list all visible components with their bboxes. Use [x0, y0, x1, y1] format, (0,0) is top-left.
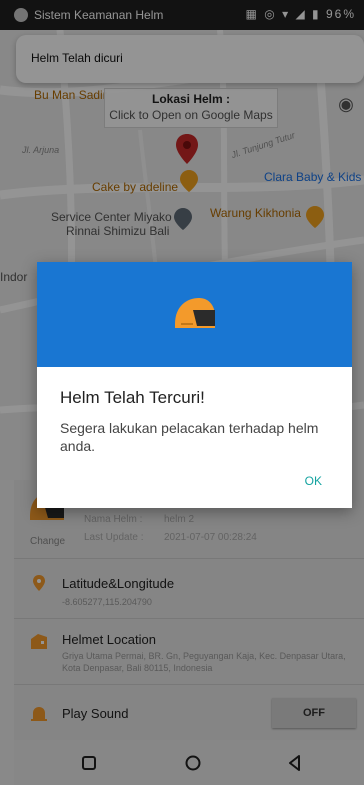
dialog-header [37, 262, 352, 367]
theft-alert-dialog: Helm Telah Tercuri! Segera lakukan pelac… [37, 262, 352, 508]
dialog-ok-button[interactable]: OK [305, 474, 322, 488]
helmet-icon [175, 298, 215, 328]
dialog-title: Helm Telah Tercuri! [60, 388, 205, 407]
dialog-message: Segera lakukan pelacakan terhadap helm a… [60, 420, 319, 454]
app-screen: Sistem Keamanan Helm ▦ ◎ ▾ ◢ ▮ 96% Bu Ma… [0, 0, 364, 785]
